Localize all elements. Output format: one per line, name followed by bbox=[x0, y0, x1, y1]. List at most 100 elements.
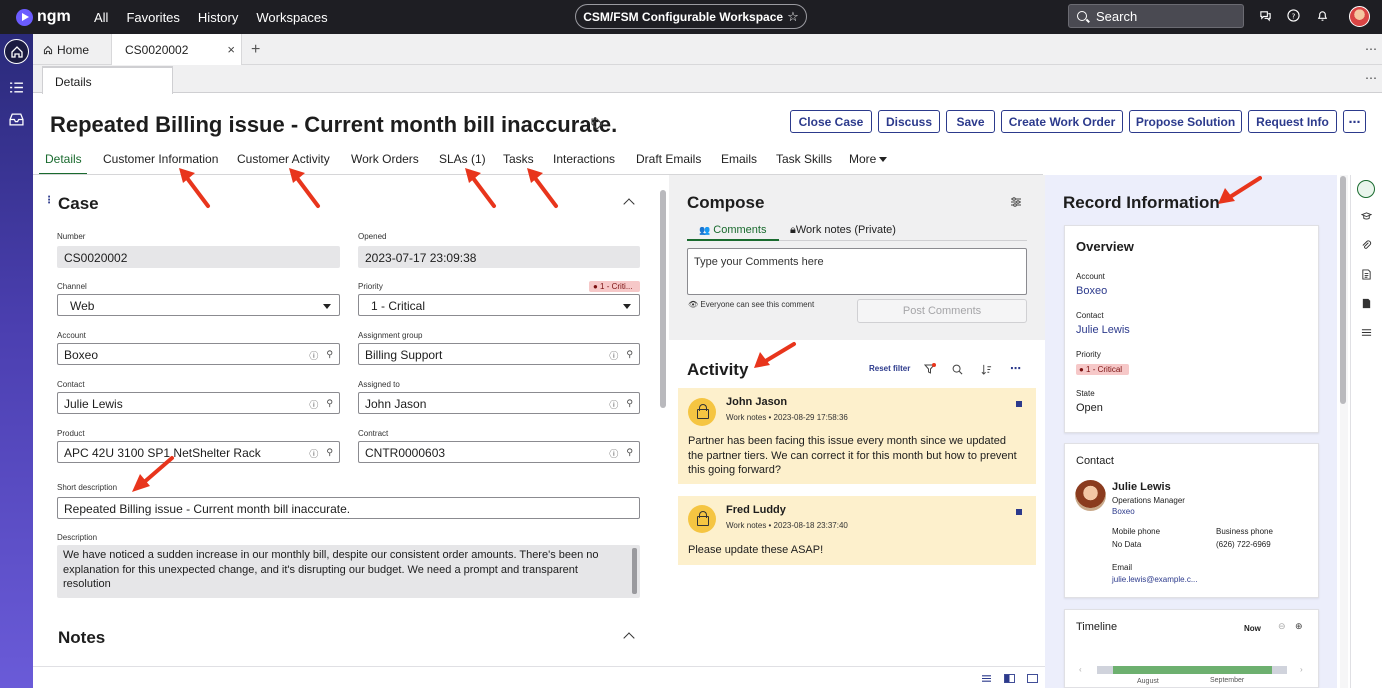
more-actions-button[interactable]: ⋯ bbox=[1343, 110, 1366, 133]
overview-contact-link[interactable]: Julie Lewis bbox=[1076, 324, 1130, 336]
favorite-star-icon[interactable]: ☆ bbox=[787, 9, 799, 25]
info-icon[interactable]: ⓘ bbox=[609, 349, 618, 362]
assigned-to-field[interactable]: John Jason ⓘ ⚲ bbox=[358, 392, 640, 414]
menu-lines-icon[interactable] bbox=[1361, 327, 1372, 338]
account-field[interactable]: Boxeo ⓘ ⚲ bbox=[57, 343, 340, 365]
formtab-customer-information[interactable]: Customer Information bbox=[103, 152, 218, 166]
close-tab-icon[interactable]: × bbox=[227, 42, 235, 57]
short-description-label: Short description bbox=[57, 483, 118, 492]
search-icon[interactable]: ⚲ bbox=[626, 447, 633, 460]
save-button[interactable]: Save bbox=[946, 110, 995, 133]
activity-more-icon[interactable]: ⋯ bbox=[1010, 362, 1021, 375]
short-description-field[interactable]: Repeated Billing issue - Current month b… bbox=[57, 497, 640, 519]
contact-company-link[interactable]: Boxeo bbox=[1112, 507, 1135, 516]
search-icon[interactable]: ⚲ bbox=[626, 349, 633, 362]
close-case-button[interactable]: Close Case bbox=[790, 110, 872, 133]
layout-full-icon[interactable] bbox=[1027, 674, 1038, 683]
document-icon[interactable] bbox=[1361, 269, 1372, 280]
work-notes-tab[interactable]: 🔒︎Work notes (Private) bbox=[790, 224, 896, 237]
activity-search-icon[interactable] bbox=[952, 364, 963, 375]
reset-filter-link[interactable]: Reset filter bbox=[869, 364, 910, 373]
form-scrollbar[interactable] bbox=[660, 190, 666, 408]
subtab-details[interactable]: Details bbox=[42, 66, 173, 94]
tab-overflow-icon[interactable]: ⋯ bbox=[1365, 42, 1378, 56]
zoom-out-icon[interactable]: ⊖ bbox=[1278, 621, 1286, 632]
home-icon[interactable] bbox=[4, 39, 29, 64]
comments-tab[interactable]: 👥 Comments bbox=[699, 224, 766, 236]
formtab-task-skills[interactable]: Task Skills bbox=[776, 152, 832, 166]
search-icon[interactable]: ⚲ bbox=[326, 349, 333, 362]
description-scrollbar[interactable] bbox=[632, 548, 637, 594]
timeline-next-icon[interactable]: › bbox=[1300, 665, 1303, 674]
contract-field[interactable]: CNTR0000603 ⓘ ⚲ bbox=[358, 441, 640, 463]
search-icon[interactable]: ⚲ bbox=[326, 398, 333, 411]
app-logo[interactable]: ngm bbox=[16, 8, 76, 26]
notifications-bell-icon[interactable] bbox=[1315, 9, 1329, 23]
flag-icon[interactable] bbox=[1016, 401, 1022, 407]
info-icon[interactable]: ⓘ bbox=[309, 398, 318, 411]
nav-history[interactable]: History bbox=[198, 10, 238, 25]
formtab-draft-emails[interactable]: Draft Emails bbox=[636, 152, 701, 166]
inbox-icon[interactable] bbox=[9, 112, 24, 127]
formtab-emails[interactable]: Emails bbox=[721, 152, 757, 166]
subtab-overflow-icon[interactable]: ⋯ bbox=[1365, 71, 1378, 85]
layout-split-icon[interactable] bbox=[1004, 674, 1015, 683]
drag-handle-icon[interactable]: ⋮ bbox=[44, 195, 54, 206]
description-field[interactable]: We have noticed a sudden increase in our… bbox=[57, 545, 640, 598]
flag-icon[interactable] bbox=[1016, 509, 1022, 515]
nav-workspaces[interactable]: Workspaces bbox=[256, 10, 327, 25]
request-info-button[interactable]: Request Info bbox=[1248, 110, 1337, 133]
tag-icon[interactable] bbox=[591, 118, 603, 130]
formtab-tasks[interactable]: Tasks bbox=[503, 152, 534, 166]
info-icon[interactable]: ⓘ bbox=[609, 398, 618, 411]
tab-record[interactable]: CS0020002 × bbox=[111, 34, 242, 65]
overview-account-link[interactable]: Boxeo bbox=[1076, 285, 1107, 297]
create-work-order-button[interactable]: Create Work Order bbox=[1001, 110, 1123, 133]
assignment-group-field[interactable]: Billing Support ⓘ ⚲ bbox=[358, 343, 640, 365]
search-icon[interactable]: ⚲ bbox=[626, 398, 633, 411]
discuss-button[interactable]: Discuss bbox=[878, 110, 940, 133]
tab-home[interactable]: Home bbox=[39, 34, 93, 65]
timeline-range-bar[interactable] bbox=[1113, 666, 1272, 674]
email-link[interactable]: julie.lewis@example.c... bbox=[1112, 575, 1197, 584]
formtab-work-orders[interactable]: Work Orders bbox=[351, 152, 419, 166]
priority-select[interactable]: 1 - Critical bbox=[358, 294, 640, 316]
formtab-customer-activity[interactable]: Customer Activity bbox=[237, 152, 330, 166]
info-icon[interactable]: ⓘ bbox=[309, 349, 318, 362]
help-icon[interactable]: ? bbox=[1286, 9, 1300, 23]
chat-icon[interactable] bbox=[1258, 9, 1272, 23]
channel-select[interactable]: Web bbox=[57, 294, 340, 316]
layout-single-icon[interactable] bbox=[981, 674, 992, 683]
sort-icon[interactable] bbox=[981, 364, 992, 375]
knowledge-icon[interactable] bbox=[1361, 211, 1372, 222]
formtab-slas[interactable]: SLAs (1) bbox=[439, 152, 486, 166]
global-search[interactable]: Search bbox=[1068, 4, 1244, 28]
right-panel-scrollbar[interactable] bbox=[1340, 176, 1346, 404]
formtab-details[interactable]: Details bbox=[45, 152, 82, 166]
add-tab-button[interactable]: + bbox=[251, 34, 260, 65]
comment-input[interactable]: Type your Comments here bbox=[687, 248, 1027, 295]
filter-icon[interactable] bbox=[924, 363, 936, 375]
nav-all[interactable]: All bbox=[94, 10, 108, 25]
formtab-interactions[interactable]: Interactions bbox=[553, 152, 615, 166]
agent-assist-icon[interactable] bbox=[1357, 180, 1375, 198]
product-field[interactable]: APC 42U 3100 SP1 NetShelter Rack ⓘ ⚲ bbox=[57, 441, 340, 463]
timeline-now-label[interactable]: Now bbox=[1244, 624, 1261, 633]
workspace-title-pill[interactable]: CSM/FSM Configurable Workspace ☆ bbox=[575, 4, 807, 29]
nav-favorites[interactable]: Favorites bbox=[126, 10, 179, 25]
formtab-more[interactable]: More bbox=[849, 152, 888, 166]
compose-settings-icon[interactable] bbox=[1010, 196, 1022, 208]
attachment-icon[interactable] bbox=[1361, 240, 1372, 251]
contact-name[interactable]: Julie Lewis bbox=[1112, 481, 1171, 493]
list-icon[interactable] bbox=[9, 80, 24, 95]
contact-field[interactable]: Julie Lewis ⓘ ⚲ bbox=[57, 392, 340, 414]
zoom-in-icon[interactable]: ⊕ bbox=[1295, 621, 1303, 632]
file-icon[interactable] bbox=[1361, 298, 1372, 309]
user-avatar[interactable] bbox=[1349, 6, 1370, 27]
post-comments-button[interactable]: Post Comments bbox=[857, 299, 1027, 323]
timeline-prev-icon[interactable]: ‹ bbox=[1079, 665, 1082, 674]
search-icon[interactable]: ⚲ bbox=[326, 447, 333, 460]
info-icon[interactable]: ⓘ bbox=[609, 447, 618, 460]
propose-solution-button[interactable]: Propose Solution bbox=[1129, 110, 1242, 133]
info-icon[interactable]: ⓘ bbox=[309, 447, 318, 460]
